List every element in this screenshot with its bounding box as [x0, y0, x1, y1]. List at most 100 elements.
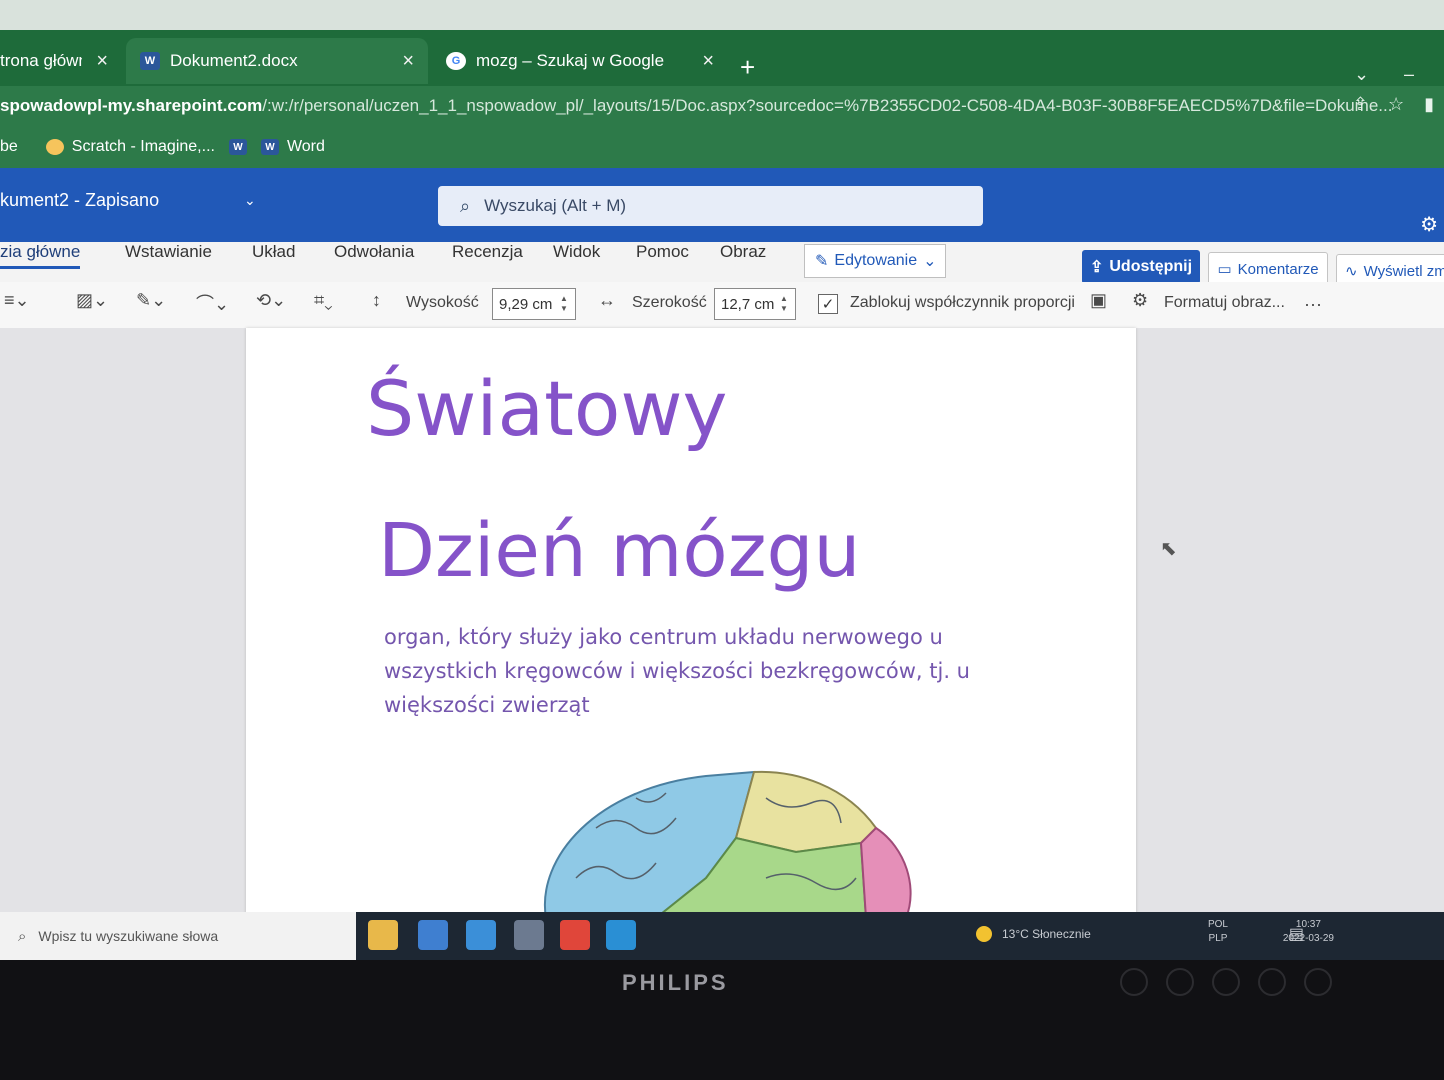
word-search-input[interactable]: ⌕ Wyszukaj (Alt + M)	[438, 186, 983, 226]
share-page-icon[interactable]: ⇪	[1353, 94, 1368, 115]
tab-search-chevron-icon[interactable]: ⌄	[1354, 64, 1369, 85]
crop-icon[interactable]: ⌗⌄	[314, 290, 333, 311]
bookmark-word-blank[interactable]: W	[228, 139, 247, 155]
picture-styles-icon[interactable]: ▨⌄	[76, 290, 108, 311]
gear-icon[interactable]: ⚙	[1420, 212, 1438, 237]
search-icon: ⌕	[460, 195, 471, 216]
tab-close-icon[interactable]: ×	[82, 50, 122, 73]
url-path: /:w:/r/personal/uczen_1_1_nspowadow_pl/_…	[262, 96, 1393, 115]
tab-dokument2[interactable]: W Dokument2.docx ×	[126, 38, 428, 84]
title-line-1[interactable]: Światowy	[366, 364, 728, 453]
picture-effects-icon[interactable]: ⌒⌄	[196, 290, 229, 316]
bookmark-word[interactable]: W Word	[260, 138, 325, 156]
format-picture-button[interactable]: Formatuj obraz...	[1164, 294, 1285, 312]
tab-home[interactable]: trona główn ×	[0, 38, 122, 84]
spinner-arrows-icon[interactable]: ▲ ▼	[777, 294, 795, 314]
bookmark-label: Word	[286, 138, 325, 155]
system-tray-weather[interactable]: 13°C Słonecznie	[976, 926, 1091, 942]
bookmark-be[interactable]: be	[0, 138, 18, 156]
tab-label: trona główn	[0, 51, 83, 70]
windows-search-input[interactable]: ⌕ Wpisz tu wyszukiwane słowa	[0, 912, 356, 960]
width-value: 12,7 cm	[721, 295, 775, 313]
tab-close-icon[interactable]: ×	[688, 50, 728, 73]
chrome-icon[interactable]	[560, 920, 590, 950]
monitor-button	[1166, 968, 1194, 996]
brain-image[interactable]	[536, 768, 916, 918]
side-panel-icon[interactable]: ▮	[1424, 94, 1434, 115]
media-icon[interactable]	[514, 920, 544, 950]
more-options-icon[interactable]: ···	[1304, 294, 1322, 315]
picture-toolbar: ≡⌄ ▨⌄ ✎⌄ ⌒⌄ ⟲⌄ ⌗⌄ ↕ Wysokość 9,29 cm ▲ ▼ …	[0, 282, 1444, 329]
chevron-down-icon[interactable]: ⌄	[244, 192, 256, 209]
tab-picture[interactable]: Obraz	[720, 242, 766, 262]
editing-mode-label: Edytowanie	[834, 252, 918, 269]
weather-text: 13°C Słonecznie	[1002, 927, 1091, 941]
chevron-down-icon: ⌄	[923, 253, 937, 270]
comments-button[interactable]: ▭ Komentarze	[1208, 252, 1328, 286]
tab-layout[interactable]: Układ	[252, 242, 295, 262]
notifications-icon[interactable]: ▤	[1289, 924, 1304, 944]
language-indicator[interactable]: POL PLP	[1208, 918, 1228, 946]
bookmark-scratch[interactable]: Scratch - Imagine,...	[45, 138, 215, 156]
rotate-icon[interactable]: ⟲⌄	[256, 290, 286, 311]
brain-parietal-lobe	[734, 770, 878, 854]
monitor-button	[1212, 968, 1240, 996]
tab-label: mozg – Szukaj w Google	[476, 51, 665, 70]
editing-mode-dropdown[interactable]: ✎ Edytowanie ⌄	[804, 244, 946, 278]
alt-text-icon[interactable]: ▣	[1090, 290, 1107, 311]
address-actions: ⇪ ☆ ▮	[1353, 94, 1434, 115]
browser-tabstrip: trona główn × W Dokument2.docx × G mozg …	[0, 30, 1444, 86]
windows-search-placeholder: Wpisz tu wyszukiwane słowa	[38, 928, 219, 944]
monitor-brand: PHILIPS	[622, 970, 729, 995]
height-value: 9,29 cm	[499, 295, 553, 313]
google-icon: G	[446, 52, 466, 70]
tab-google-search[interactable]: G mozg – Szukaj w Google ×	[432, 38, 728, 84]
activity-icon: ∿	[1345, 263, 1358, 280]
settings-icon[interactable]: ⚙	[1132, 290, 1148, 311]
height-input[interactable]: 9,29 cm ▲ ▼	[492, 288, 576, 320]
search-placeholder: Wyszukaj (Alt + M)	[484, 196, 627, 215]
language-code: POL	[1207, 919, 1228, 930]
width-icon: ↔	[598, 290, 616, 310]
tab-view[interactable]: Widok	[553, 242, 600, 262]
align-icon[interactable]: ≡⌄	[4, 290, 30, 311]
tab-home[interactable]: zia główne	[0, 242, 81, 269]
document-page[interactable]: Światowy Dzień mózgu organ, który służy …	[246, 328, 1136, 928]
tab-review[interactable]: Recenzja	[452, 242, 523, 262]
tab-help[interactable]: Pomoc	[636, 242, 689, 262]
description-paragraph[interactable]: organ, który służy jako centrum układu n…	[384, 620, 1024, 722]
word-icon: W	[228, 139, 247, 155]
title-line-2[interactable]: Dzień mózgu	[378, 508, 860, 594]
share-button[interactable]: ⇪ Udostępnij	[1082, 250, 1200, 284]
height-icon: ↕	[372, 290, 381, 310]
word-icon: W	[260, 139, 279, 155]
tab-insert[interactable]: Wstawianie	[125, 242, 212, 262]
share-label: Udostępnij	[1109, 258, 1193, 275]
brain-occipital-lobe	[859, 826, 912, 918]
picture-border-icon[interactable]: ✎⌄	[136, 290, 166, 311]
address-bar[interactable]: spowadowpl-my.sharepoint.com/:w:/r/perso…	[0, 86, 1444, 126]
width-input[interactable]: 12,7 cm ▲ ▼	[714, 288, 796, 320]
url-text[interactable]: spowadowpl-my.sharepoint.com/:w:/r/perso…	[0, 96, 1392, 116]
share-icon: ⇪	[1089, 259, 1104, 276]
minimize-icon[interactable]: –	[1404, 64, 1414, 85]
new-tab-button[interactable]: +	[740, 52, 755, 83]
file-explorer-icon[interactable]	[368, 920, 398, 950]
store-icon[interactable]	[418, 920, 448, 950]
height-label: Wysokość	[406, 294, 479, 311]
tab-references[interactable]: Odwołania	[334, 242, 414, 262]
document-title[interactable]: kument2 - Zapisano	[0, 190, 159, 211]
spinner-arrows-icon[interactable]: ▲ ▼	[557, 294, 575, 314]
monitor-buttons	[1120, 968, 1332, 996]
width-label: Szerokość	[632, 294, 707, 311]
tab-label: Dokument2.docx	[170, 51, 298, 70]
sun-icon	[976, 926, 992, 942]
monitor-bezel: PHILIPS	[0, 960, 1444, 1080]
mail-icon[interactable]	[466, 920, 496, 950]
bookmark-star-icon[interactable]: ☆	[1388, 94, 1404, 115]
lock-ratio-checkbox[interactable]: ✓	[818, 294, 838, 314]
lock-ratio-label: Zablokuj współczynnik proporcji	[850, 294, 1075, 311]
edge-icon[interactable]	[606, 920, 636, 950]
bookmarks-bar: be Scratch - Imagine,... W W Word	[0, 126, 1444, 168]
tab-close-icon[interactable]: ×	[388, 50, 428, 73]
